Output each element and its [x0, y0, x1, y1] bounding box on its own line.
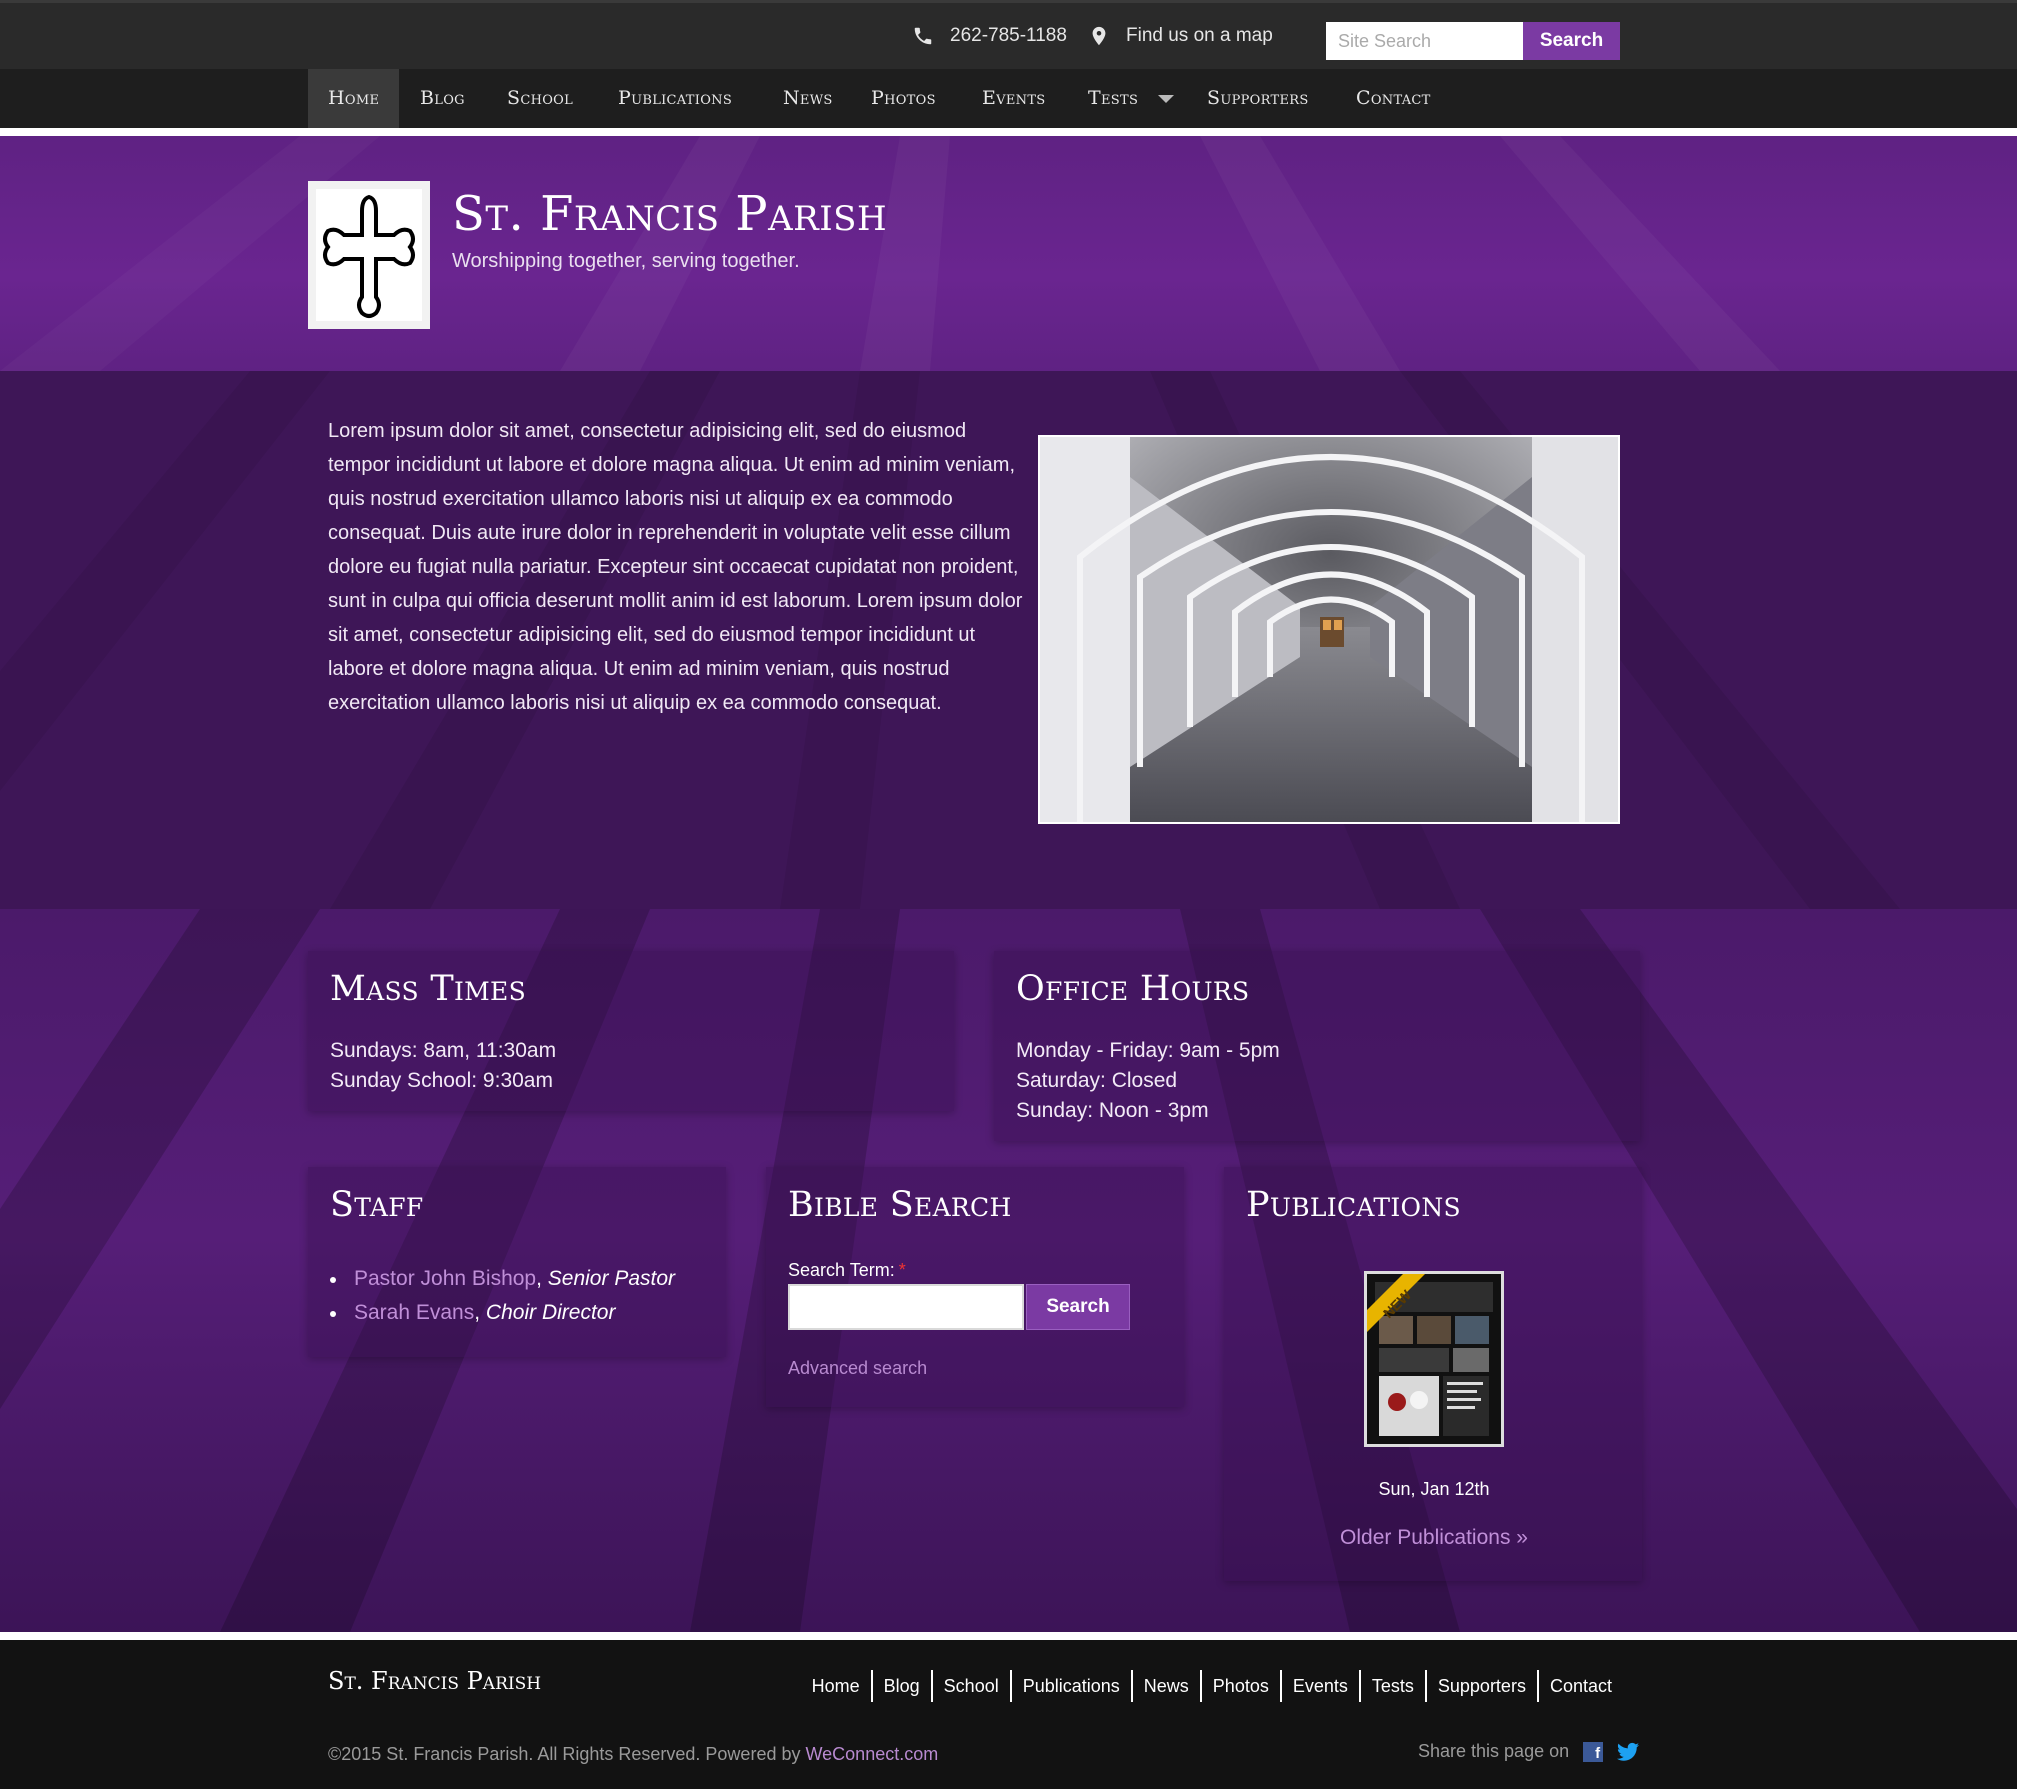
twitter-icon[interactable]: [1617, 1742, 1640, 1762]
staff-panel: Staff Pastor John Bishop, Senior Pastor …: [308, 1167, 726, 1357]
site-footer: St. Francis Parish Home Blog School Publ…: [0, 1640, 2017, 1789]
publication-thumbnail[interactable]: NEW: [1364, 1271, 1504, 1447]
weconnect-link[interactable]: WeConnect.com: [806, 1744, 939, 1764]
cloister-image: [1040, 437, 1618, 822]
chevron-down-icon: [1158, 95, 1175, 103]
required-marker: *: [898, 1260, 906, 1280]
footer-link-blog[interactable]: Blog: [870, 1670, 931, 1702]
office-hours-line: Saturday: Closed: [1016, 1069, 1178, 1092]
footer-title: St. Francis Parish: [328, 1667, 542, 1695]
advanced-search-link[interactable]: Advanced search: [788, 1358, 927, 1379]
footer-link-news[interactable]: News: [1130, 1670, 1200, 1702]
divider: [0, 128, 2017, 136]
cross-icon: [323, 194, 415, 318]
office-hours-line: Sunday: Noon - 3pm: [1016, 1099, 1209, 1122]
map-link-label: Find us on a map: [1126, 25, 1273, 46]
footer-link-home[interactable]: Home: [801, 1670, 871, 1702]
staff-list: Pastor John Bishop, Senior Pastor Sarah …: [330, 1262, 675, 1330]
nav-item-contact[interactable]: Contact: [1336, 69, 1451, 128]
bible-search-title: Bible Search: [788, 1185, 1012, 1225]
nav-item-home[interactable]: Home: [308, 69, 400, 128]
list-item: Pastor John Bishop, Senior Pastor: [330, 1262, 675, 1296]
site-title[interactable]: St. Francis Parish: [452, 186, 887, 242]
site-search-button[interactable]: Search: [1523, 22, 1620, 60]
staff-role: Choir Director: [485, 1301, 616, 1324]
office-hours-title: Office Hours: [1016, 969, 1250, 1009]
footer-link-contact[interactable]: Contact: [1536, 1670, 1623, 1702]
parish-logo[interactable]: [308, 181, 430, 329]
phone-icon: [914, 27, 932, 45]
main-nav: Home Blog School Publications News Photo…: [0, 69, 2017, 128]
site-header: St. Francis Parish Worshipping together,…: [0, 136, 2017, 371]
phone-contact[interactable]: 262-785-1188: [912, 25, 1067, 47]
bible-search-button[interactable]: Search: [1026, 1284, 1130, 1330]
bible-search-input[interactable]: [788, 1284, 1024, 1330]
phone-number: 262-785-1188: [950, 25, 1067, 46]
nav-item-school[interactable]: School: [487, 69, 593, 128]
footer-link-photos[interactable]: Photos: [1199, 1670, 1280, 1702]
nav-item-events[interactable]: Events: [962, 69, 1066, 128]
intro-text: Lorem ipsum dolor sit amet, consectetur …: [328, 420, 1023, 714]
search-term-label: Search Term: *: [788, 1260, 906, 1281]
footer-link-tests[interactable]: Tests: [1358, 1670, 1425, 1702]
share-bar: Share this page on f: [1418, 1741, 1640, 1762]
mass-times-title: Mass Times: [330, 969, 527, 1009]
header-rays: [560, 136, 1780, 371]
mass-times-line: Sunday School: 9:30am: [330, 1069, 553, 1092]
copyright-text: ©2015 St. Francis Parish. All Rights Res…: [328, 1744, 801, 1764]
nav-item-news[interactable]: News: [763, 69, 853, 128]
publications-title: Publications: [1246, 1185, 1461, 1225]
map-link[interactable]: Find us on a map: [1088, 25, 1273, 47]
footer-nav: Home Blog School Publications News Photo…: [801, 1670, 1623, 1702]
nav-item-tests[interactable]: Tests: [1068, 69, 1194, 128]
facebook-icon[interactable]: f: [1583, 1741, 1604, 1762]
copyright-notice: ©2015 St. Francis Parish. All Rights Res…: [328, 1744, 938, 1765]
bible-search-panel: Bible Search Search Term: * Search Advanc…: [766, 1167, 1184, 1407]
nav-item-photos[interactable]: Photos: [851, 69, 956, 128]
nav-item-publications[interactable]: Publications: [598, 69, 752, 128]
publication-date: Sun, Jan 12th: [1378, 1479, 1490, 1499]
cloister-photo: [1038, 435, 1620, 824]
utility-bar: 262-785-1188 Find us on a map Search: [0, 0, 2017, 69]
staff-role: Senior Pastor: [547, 1267, 676, 1290]
footer-link-publications[interactable]: Publications: [1009, 1670, 1131, 1702]
office-hours-panel: Office Hours Monday - Friday: 9am - 5pm …: [994, 951, 1640, 1141]
nav-item-blog[interactable]: Blog: [400, 69, 485, 128]
site-tagline: Worshipping together, serving together.: [452, 250, 800, 272]
footer-link-school[interactable]: School: [930, 1670, 1010, 1702]
mass-times-line: Sundays: 8am, 11:30am: [330, 1039, 557, 1062]
widgets-section: Mass Times Sundays: 8am, 11:30am Sunday …: [0, 909, 2017, 1632]
mass-times-panel: Mass Times Sundays: 8am, 11:30am Sunday …: [308, 951, 954, 1111]
share-label: Share this page on: [1418, 1741, 1570, 1761]
footer-link-supporters[interactable]: Supporters: [1424, 1670, 1537, 1702]
new-badge: NEW: [1380, 1286, 1415, 1321]
footer-link-events[interactable]: Events: [1279, 1670, 1359, 1702]
nav-item-tests-label: Tests: [1088, 87, 1139, 109]
staff-title: Staff: [330, 1185, 424, 1225]
older-publications-link[interactable]: Older Publications »: [1224, 1526, 1644, 1550]
site-search-input[interactable]: [1326, 22, 1523, 60]
nav-item-supporters[interactable]: Supporters: [1187, 69, 1329, 128]
divider: [0, 1632, 2017, 1640]
search-term-label-text: Search Term:: [788, 1260, 895, 1280]
publications-panel: Publications NEW Sun, Jan 12th Older Pub…: [1224, 1167, 1642, 1581]
staff-name-link[interactable]: Sarah Evans: [354, 1301, 474, 1324]
new-ribbon: NEW: [1367, 1274, 1425, 1332]
office-hours-line: Monday - Friday: 9am - 5pm: [1016, 1039, 1280, 1062]
map-pin-icon: [1092, 26, 1106, 46]
intro-section: Lorem ipsum dolor sit amet, consectetur …: [0, 371, 2017, 909]
staff-name-link[interactable]: Pastor John Bishop: [354, 1267, 536, 1290]
list-item: Sarah Evans, Choir Director: [330, 1296, 675, 1330]
